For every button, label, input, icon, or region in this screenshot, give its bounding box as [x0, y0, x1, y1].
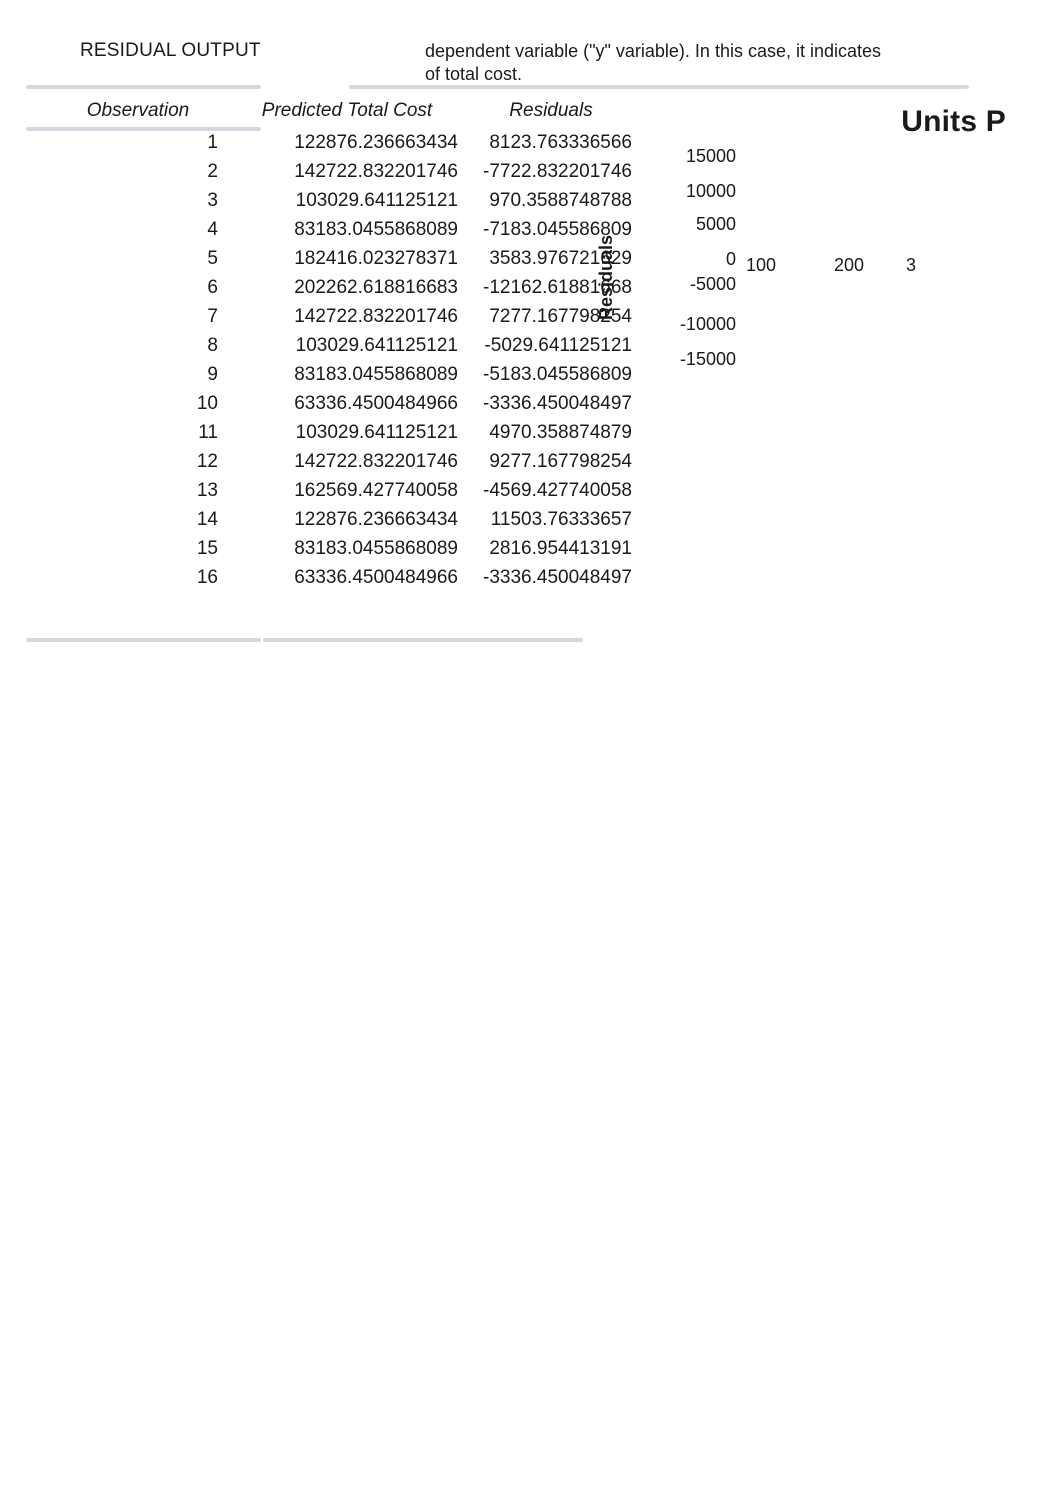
cell-predicted: 122876.236663434	[230, 128, 464, 157]
xtick: 200	[834, 255, 864, 276]
cell-observation: 4	[28, 215, 230, 244]
cell-predicted: 182416.023278371	[230, 244, 464, 273]
ytick: -15000	[680, 350, 736, 368]
cell-residual: -3336.450048497	[464, 563, 638, 592]
cell-residual: 8123.763336566	[464, 128, 638, 157]
cell-residual: -5183.045586809	[464, 360, 638, 389]
cell-residual: -5029.641125121	[464, 331, 638, 360]
table-row: 12142722.8322017469277.167798254	[28, 447, 638, 476]
cell-predicted: 63336.4500484966	[230, 563, 464, 592]
ytick: 15000	[686, 147, 736, 165]
cell-predicted: 122876.236663434	[230, 505, 464, 534]
ytick: 10000	[686, 182, 736, 200]
desc-line-2: of total cost.	[425, 64, 522, 84]
table-row: 13162569.427740058-4569.427740058	[28, 476, 638, 505]
cell-predicted: 103029.641125121	[230, 331, 464, 360]
divider	[26, 638, 261, 642]
xtick: 100	[746, 255, 776, 276]
cell-predicted: 142722.832201746	[230, 447, 464, 476]
cell-residual: 4970.358874879	[464, 418, 638, 447]
cell-residual: 9277.167798254	[464, 447, 638, 476]
divider	[26, 85, 261, 89]
cell-predicted: 202262.618816683	[230, 273, 464, 302]
section-description: dependent variable ("y" variable). In th…	[300, 40, 881, 85]
cell-observation: 8	[28, 331, 230, 360]
cell-observation: 9	[28, 360, 230, 389]
table-row: 7142722.8322017467277.167798254	[28, 302, 638, 331]
cell-residual: 2816.954413191	[464, 534, 638, 563]
chart-title: Units P	[901, 105, 1006, 139]
cell-residual: -3336.450048497	[464, 389, 638, 418]
cell-predicted: 142722.832201746	[230, 157, 464, 186]
table-row: 1663336.4500484966-3336.450048497	[28, 563, 638, 592]
cell-observation: 2	[28, 157, 230, 186]
table-row: 1122876.2366634348123.763336566	[28, 128, 638, 157]
ytick: -5000	[690, 275, 736, 293]
cell-observation: 7	[28, 302, 230, 331]
cell-observation: 6	[28, 273, 230, 302]
cell-observation: 11	[28, 418, 230, 447]
section-title: RESIDUAL OUTPUT	[0, 40, 300, 62]
cell-residual: 11503.76333657	[464, 505, 638, 534]
desc-line-1: dependent variable ("y" variable). In th…	[425, 41, 881, 61]
divider	[349, 85, 969, 89]
col-observation: Observation	[28, 94, 230, 128]
cell-residual: 970.3588748788	[464, 186, 638, 215]
cell-observation: 12	[28, 447, 230, 476]
cell-residual: -7722.832201746	[464, 157, 638, 186]
cell-predicted: 83183.0455868089	[230, 215, 464, 244]
cell-observation: 1	[28, 128, 230, 157]
cell-predicted: 103029.641125121	[230, 186, 464, 215]
table-row: 6202262.618816683-12162.61881668	[28, 273, 638, 302]
cell-observation: 14	[28, 505, 230, 534]
ytick: -10000	[680, 315, 736, 333]
cell-predicted: 83183.0455868089	[230, 360, 464, 389]
cell-observation: 5	[28, 244, 230, 273]
cell-observation: 13	[28, 476, 230, 505]
table-row: 2142722.832201746-7722.832201746	[28, 157, 638, 186]
residuals-table: Observation Predicted Total Cost Residua…	[28, 94, 638, 592]
xtick: 3	[906, 255, 916, 276]
table-row: 483183.0455868089-7183.045586809	[28, 215, 638, 244]
cell-observation: 10	[28, 389, 230, 418]
table-row: 8103029.641125121-5029.641125121	[28, 331, 638, 360]
chart-ylabel: Residuals	[596, 235, 617, 320]
cell-predicted: 162569.427740058	[230, 476, 464, 505]
cell-observation: 15	[28, 534, 230, 563]
cell-residual: -4569.427740058	[464, 476, 638, 505]
cell-observation: 3	[28, 186, 230, 215]
ytick: 5000	[696, 215, 736, 233]
col-residuals: Residuals	[464, 94, 638, 128]
table-row: 983183.0455868089-5183.045586809	[28, 360, 638, 389]
ytick: 0	[726, 250, 736, 268]
table-row: 1063336.4500484966-3336.450048497	[28, 389, 638, 418]
cell-predicted: 83183.0455868089	[230, 534, 464, 563]
cell-predicted: 103029.641125121	[230, 418, 464, 447]
divider	[263, 638, 583, 642]
table-header-row: Observation Predicted Total Cost Residua…	[28, 94, 638, 128]
cell-observation: 16	[28, 563, 230, 592]
col-predicted: Predicted Total Cost	[230, 94, 464, 128]
table-row: 11103029.6411251214970.358874879	[28, 418, 638, 447]
cell-predicted: 142722.832201746	[230, 302, 464, 331]
table-row: 5182416.0232783713583.976721629	[28, 244, 638, 273]
table-row: 14122876.23666343411503.76333657	[28, 505, 638, 534]
cell-predicted: 63336.4500484966	[230, 389, 464, 418]
table-row: 3103029.641125121970.3588748788	[28, 186, 638, 215]
table-row: 1583183.04558680892816.954413191	[28, 534, 638, 563]
